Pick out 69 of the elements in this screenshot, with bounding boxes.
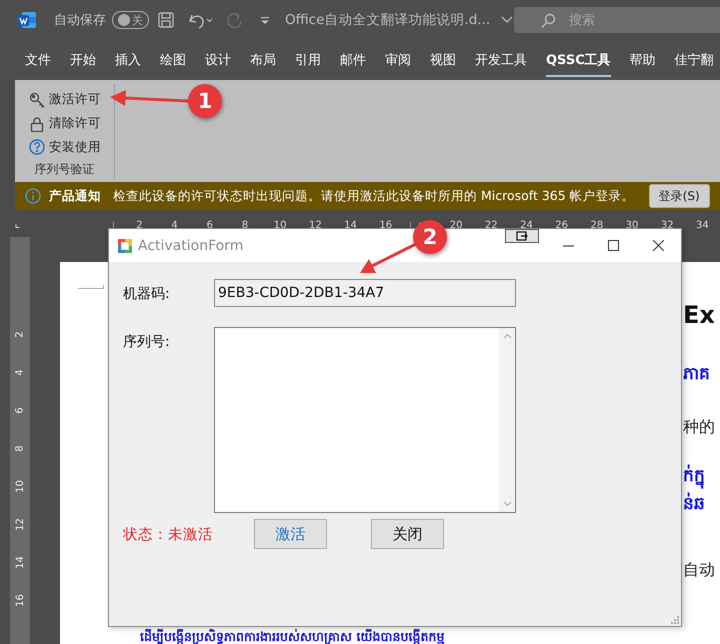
ruler-number: 2 xyxy=(14,330,26,338)
redo-icon xyxy=(225,11,243,29)
autosave-toggle[interactable]: 关 xyxy=(112,11,149,29)
ruler-number: 8 xyxy=(14,444,26,452)
maximize-icon xyxy=(608,240,619,251)
dialog-button[interactable]: 激活 xyxy=(254,519,327,549)
sign-in-button[interactable]: 登录(S) xyxy=(648,184,710,208)
menu-tab[interactable]: 开发工具 xyxy=(475,43,527,77)
status-text: 状态：未激活 xyxy=(123,526,214,544)
document-text: 自动 xyxy=(683,559,716,581)
notice-title: 产品通知 xyxy=(49,188,101,204)
ruler-number: 16 xyxy=(14,594,26,606)
margin-corner-mark xyxy=(78,285,104,289)
dialog-title: ActivationForm xyxy=(138,238,244,254)
help-icon xyxy=(29,139,45,156)
menu-tab[interactable]: 邮件 xyxy=(340,43,366,77)
menu-tab[interactable]: 审阅 xyxy=(385,43,411,77)
search-field[interactable]: 搜索 xyxy=(514,7,720,33)
save-icon xyxy=(157,11,175,29)
document-text: Ex xyxy=(683,301,716,327)
document-text: ន់ឆ xyxy=(683,492,706,516)
dialog-button[interactable]: 关闭 xyxy=(371,519,444,549)
menu-tab[interactable]: 设计 xyxy=(205,43,231,77)
document-text: ភាគ xyxy=(683,363,711,386)
search-icon xyxy=(540,13,556,29)
ribbon-button[interactable]: 激活许可 xyxy=(27,88,103,112)
key-icon xyxy=(29,92,45,108)
ruler-number: 6 xyxy=(14,406,26,414)
menu-tab[interactable]: 视图 xyxy=(430,43,456,77)
document-text: 种的 xyxy=(683,416,716,438)
window-button[interactable] xyxy=(505,229,539,243)
menu-tab[interactable]: 佳宁翻 xyxy=(674,43,714,77)
info-icon xyxy=(25,188,41,204)
ribbon-button[interactable]: 清除许可 xyxy=(27,112,103,136)
resize-grip-icon xyxy=(671,616,679,624)
scroll-down-icon xyxy=(502,501,512,507)
menu-tab[interactable]: QSSC工具 xyxy=(546,43,611,77)
machine-code-field[interactable]: 9EB3-CD0D-2DB1-34A7 xyxy=(214,279,516,307)
menu-tab[interactable]: 布局 xyxy=(250,43,276,77)
serial-number-field[interactable] xyxy=(214,327,516,513)
field-label: 机器码: xyxy=(123,285,171,303)
ribbon-button[interactable]: 安装使用 xyxy=(27,135,103,160)
ruler-number: 12 xyxy=(14,518,26,530)
scroll-up-icon xyxy=(502,333,512,339)
menu-tab[interactable]: 引用 xyxy=(295,43,321,77)
ruler-number: 14 xyxy=(14,556,26,568)
document-text: ដើម្បីបង្កើនប្រសិទ្ធភាពការងាររបស់សហគ្រាស យើងបានបង្កើតកម្ម xyxy=(140,629,446,644)
group-label: 序列号验证 xyxy=(34,161,94,178)
app-icon xyxy=(118,238,132,252)
tab-stop-icon xyxy=(15,221,20,231)
window-export-icon xyxy=(516,231,528,241)
lock-icon xyxy=(29,116,45,132)
menu-tab[interactable]: 文件 xyxy=(25,43,51,77)
chevron-down-icon xyxy=(500,15,514,25)
autosave-label: 自动保存 xyxy=(54,12,106,29)
ruler-number: 10 xyxy=(14,480,26,492)
notice-message: 检查此设备的许可状态时出现问题。请使用激活此设备时所用的 Microsoft 365 帐户登录。 xyxy=(113,188,635,204)
field-label: 序列号: xyxy=(123,333,171,351)
close-icon xyxy=(653,240,664,251)
callout-arrow xyxy=(360,242,417,273)
word-icon xyxy=(18,11,36,29)
ruler-number: 4 xyxy=(14,368,26,376)
document-text: ក់ក្នុ xyxy=(683,463,720,489)
document-title: Office自动全文翻译功能说明.d... xyxy=(285,11,490,29)
menu-tab[interactable]: 插入 xyxy=(115,43,141,77)
menu-tab[interactable]: 绘图 xyxy=(160,43,186,77)
menu-tab[interactable]: 帮助 xyxy=(630,43,656,77)
menu-tab[interactable]: 开始 xyxy=(70,43,96,77)
customize-icon xyxy=(259,14,271,26)
